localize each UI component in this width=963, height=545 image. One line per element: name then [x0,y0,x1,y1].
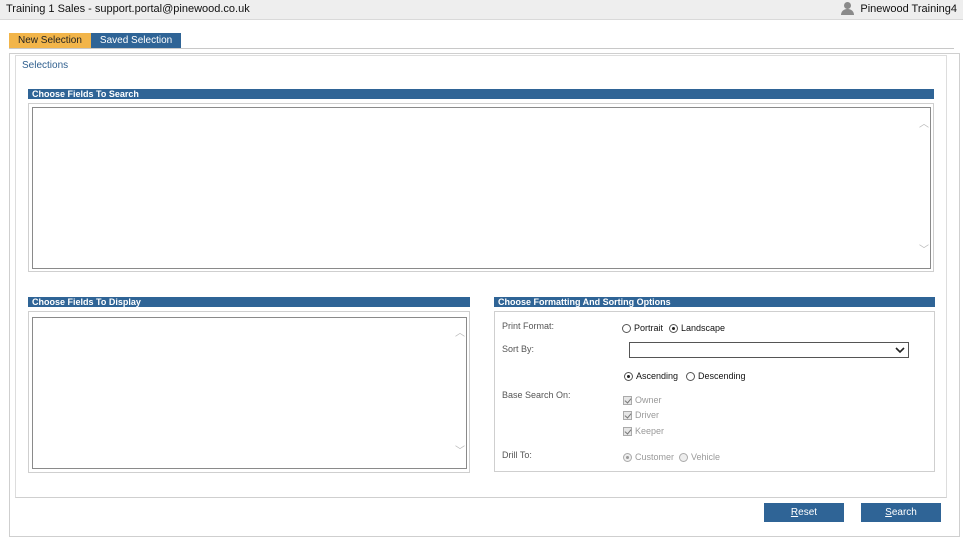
print-format-label: Print Format: [502,321,555,331]
tab-new-selection[interactable]: New Selection [9,33,91,49]
driver-checkbox[interactable]: Driver [623,410,659,420]
vehicle-radio[interactable]: Vehicle [679,452,720,462]
drill-to-label: Drill To: [502,450,532,460]
reset-button-label: eset [798,507,818,518]
ascending-label: Ascending [636,371,679,381]
sort-by-select[interactable] [629,342,909,358]
search-button-label: earch [891,507,917,518]
app-title: Training 1 Sales - support.portal@pinewo… [6,3,250,15]
display-fields-panel: ︿ ﹀ [28,311,470,473]
keeper-check-icon[interactable] [623,426,632,436]
search-button[interactable]: Search [861,503,941,522]
tab-bar: New Selection Saved Selection [9,33,182,49]
descending-label: Descending [698,371,746,381]
scroll-down-icon[interactable]: ﹀ [455,447,465,457]
scroll-down-icon[interactable]: ﹀ [919,246,929,256]
base-search-label: Base Search On: [502,390,571,400]
keeper-checkbox[interactable]: Keeper [623,426,664,436]
reset-button[interactable]: Reset [764,503,844,522]
search-fields-header: Choose Fields To Search [28,89,934,99]
landscape-radio-button[interactable] [669,323,678,333]
portrait-radio[interactable]: Portrait [622,323,663,333]
portrait-radio-button[interactable] [622,323,631,333]
portrait-label: Portrait [634,323,664,333]
formatting-header: Choose Formatting And Sorting Options [494,297,935,307]
chevron-down-icon[interactable] [895,345,905,355]
customer-radio-button[interactable] [623,452,632,462]
scroll-up-icon[interactable]: ︿ [919,120,929,130]
ascending-radio-button[interactable] [624,371,633,381]
owner-checkbox[interactable]: Owner [623,395,662,405]
user-menu[interactable]: Pinewood Training4 [841,2,957,15]
search-fields-panel: ︿ ﹀ [28,103,934,272]
ascending-radio[interactable]: Ascending [624,371,678,381]
scroll-up-icon[interactable]: ︿ [455,329,465,339]
vehicle-label: Vehicle [691,452,721,462]
user-icon [841,2,855,15]
descending-radio-button[interactable] [686,371,695,381]
selections-title: Selections [22,60,69,71]
keeper-label: Keeper [635,426,665,436]
vehicle-radio-button[interactable] [679,452,688,462]
sort-by-label: Sort By: [502,344,535,354]
search-button-accesskey: S [885,507,892,518]
owner-label: Owner [635,395,662,405]
customer-radio[interactable]: Customer [623,452,674,462]
owner-check-icon[interactable] [623,395,632,405]
display-fields-listbox[interactable]: ︿ ﹀ [32,317,467,469]
tab-saved-selection[interactable]: Saved Selection [90,33,182,49]
user-name: Pinewood Training4 [860,2,957,15]
title-bar: Training 1 Sales - support.portal@pinewo… [0,0,963,20]
tab-divider [9,48,954,49]
customer-label: Customer [635,452,675,462]
driver-check-icon[interactable] [623,410,632,420]
driver-label: Driver [635,410,659,420]
search-fields-listbox[interactable]: ︿ ﹀ [32,107,931,269]
descending-radio[interactable]: Descending [686,371,746,381]
landscape-label: Landscape [681,323,726,333]
display-fields-header: Choose Fields To Display [28,297,470,307]
landscape-radio[interactable]: Landscape [669,323,725,333]
